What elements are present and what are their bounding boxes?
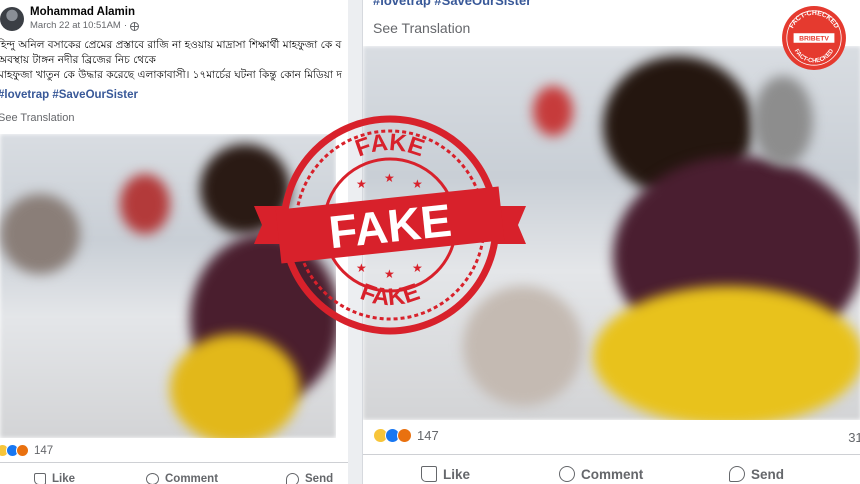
thumbs-up-icon — [34, 473, 46, 484]
video-figure — [170, 334, 300, 438]
like-button[interactable]: Like — [421, 466, 470, 482]
screenshot-stage: Mohammad Alamin March 22 at 10:51AM · হি… — [0, 0, 860, 484]
author-name[interactable]: Mohammad Alamin — [30, 5, 139, 19]
reactions-summary[interactable]: 147 — [0, 444, 53, 457]
globe-icon — [130, 21, 139, 31]
fake-stamp: FAKE FAKE ★ ★ ★ ★ ★ ★ FAKE — [254, 115, 526, 335]
action-divider — [0, 462, 348, 463]
post-body-text: হিন্দু অনিল বসাকের প্রেমের প্রস্তাবে রাজ… — [0, 38, 348, 83]
star-icon: ★ — [412, 177, 423, 191]
post-timestamp[interactable]: March 22 at 10:51AM — [30, 19, 121, 33]
video-figure — [753, 76, 813, 166]
reactions-summary[interactable]: 147 — [373, 428, 439, 443]
comment-icon — [559, 466, 575, 482]
fact-checked-badge: FACT-CHECKED FACT-CHECKED BRIBETV — [782, 6, 846, 70]
star-icon: ★ — [384, 171, 395, 185]
star-icon: ★ — [412, 261, 423, 275]
send-button[interactable]: Send — [286, 472, 334, 484]
action-divider — [363, 454, 860, 455]
messenger-icon — [286, 472, 299, 484]
author-meta: Mohammad Alamin March 22 at 10:51AM · — [30, 5, 139, 33]
post-text-line: মাহফুজা খাতুন কে উদ্ধার করেছে এলাকাবাসী।… — [0, 69, 342, 81]
reaction-count: 147 — [34, 444, 54, 457]
badge-center-text: BRIBETV — [799, 36, 829, 43]
post-author-row: Mohammad Alamin March 22 at 10:51AM · — [0, 2, 139, 36]
thumbs-up-icon — [421, 466, 437, 482]
messenger-icon — [729, 466, 745, 482]
author-avatar[interactable] — [0, 7, 24, 31]
comment-label: Comment — [581, 466, 644, 482]
send-label: Send — [305, 473, 334, 484]
comments-count[interactable]: 31 co — [848, 430, 860, 445]
video-figure — [0, 194, 80, 274]
stamp-top-word: FAKE — [352, 129, 428, 162]
angry-reaction-icon — [16, 444, 29, 457]
post-hashtags[interactable]: #lovetrap #SaveOurSister — [0, 89, 138, 101]
post-hashtags[interactable]: #lovetrap #SaveOurSister — [373, 0, 531, 8]
video-figure — [593, 286, 860, 420]
post-meta: March 22 at 10:51AM · — [30, 19, 139, 33]
see-translation-link[interactable]: See Translation — [373, 20, 470, 36]
comment-label: Comment — [165, 473, 219, 484]
star-icon: ★ — [384, 267, 395, 281]
star-icon: ★ — [356, 177, 367, 191]
like-label: Like — [52, 473, 76, 484]
comment-button[interactable]: Comment — [559, 466, 643, 482]
stamp-bottom-word: FAKE — [357, 278, 423, 311]
comment-icon — [146, 473, 159, 484]
post-action-bar: Like Comment Send — [363, 464, 860, 484]
like-label: Like — [443, 466, 471, 482]
angry-reaction-icon — [397, 428, 412, 443]
like-button[interactable]: Like — [34, 473, 75, 484]
post-text-line: হিন্দু অনিল বসাকের প্রেমের প্রস্তাবে রাজ… — [0, 39, 342, 51]
post-action-bar: Like Comment Send — [0, 470, 348, 484]
send-button[interactable]: Send — [729, 466, 784, 482]
comment-button[interactable]: Comment — [146, 473, 218, 484]
post-text-line: অবস্থায় টাঙ্গন নদীর ব্রিজের নিচ থেকে — [0, 54, 156, 66]
reaction-count: 147 — [417, 428, 439, 443]
see-translation-link[interactable]: See Translation — [0, 112, 74, 124]
video-figure — [120, 174, 170, 234]
star-icon: ★ — [356, 261, 367, 275]
meta-separator: · — [123, 20, 127, 31]
send-label: Send — [751, 466, 785, 482]
